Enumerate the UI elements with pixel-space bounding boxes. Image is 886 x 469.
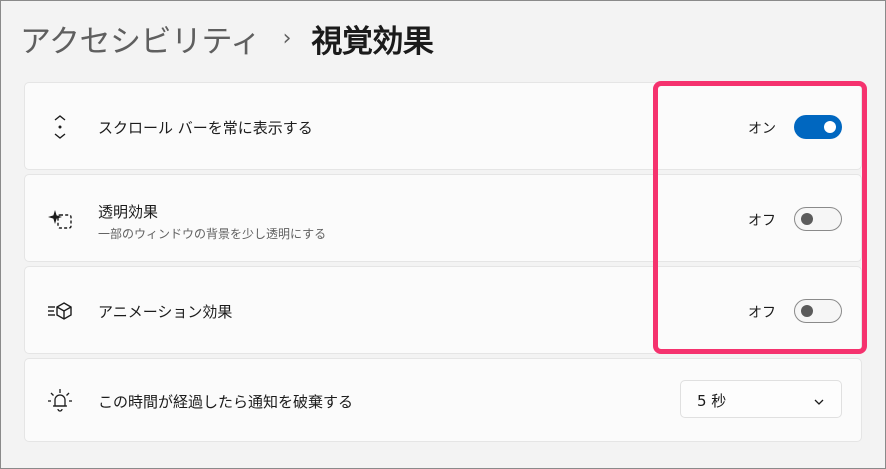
breadcrumb: アクセシビリティ › 視覚効果 <box>20 15 434 61</box>
toggle-knob <box>801 305 813 317</box>
animation-toggle[interactable] <box>794 299 842 323</box>
setting-row-always-show-scrollbars: スクロール バーを常に表示する オン <box>24 82 862 170</box>
scroll-arrows-icon <box>47 114 73 140</box>
setting-title: スクロール バーを常に表示する <box>98 119 313 137</box>
toggle-knob <box>801 213 813 225</box>
animation-cube-icon <box>47 298 73 324</box>
toggle-state-label: オン <box>748 121 776 137</box>
dismiss-time-dropdown[interactable]: 5 秒 <box>680 380 842 418</box>
toggle-knob <box>824 121 836 133</box>
setting-description: 一部のウィンドウの背景を少し透明にする <box>98 227 327 241</box>
setting-row-dismiss-notifications: この時間が経過したら通知を破棄する 5 秒 <box>24 358 862 442</box>
chevron-down-icon <box>813 393 825 405</box>
page-title: 視覚効果 <box>311 23 434 60</box>
notification-bell-icon <box>47 388 73 414</box>
setting-row-transparency-effects: 透明効果 一部のウィンドウの背景を少し透明にする オフ <box>24 174 862 262</box>
setting-title: 透明効果 <box>98 203 159 221</box>
toggle-state-label: オフ <box>748 213 776 229</box>
setting-title: アニメーション効果 <box>98 303 233 321</box>
scrollbars-toggle[interactable] <box>794 115 842 139</box>
breadcrumb-parent-link[interactable]: アクセシビリティ <box>20 16 261 61</box>
setting-row-animation-effects: アニメーション効果 オフ <box>24 266 862 354</box>
toggle-state-label: オフ <box>748 305 776 321</box>
breadcrumb-separator: › <box>282 25 292 51</box>
setting-title: この時間が経過したら通知を破棄する <box>98 393 354 411</box>
dropdown-selected-value: 5 秒 <box>697 392 727 410</box>
transparency-toggle[interactable] <box>794 207 842 231</box>
transparency-sparkle-icon <box>47 206 73 232</box>
